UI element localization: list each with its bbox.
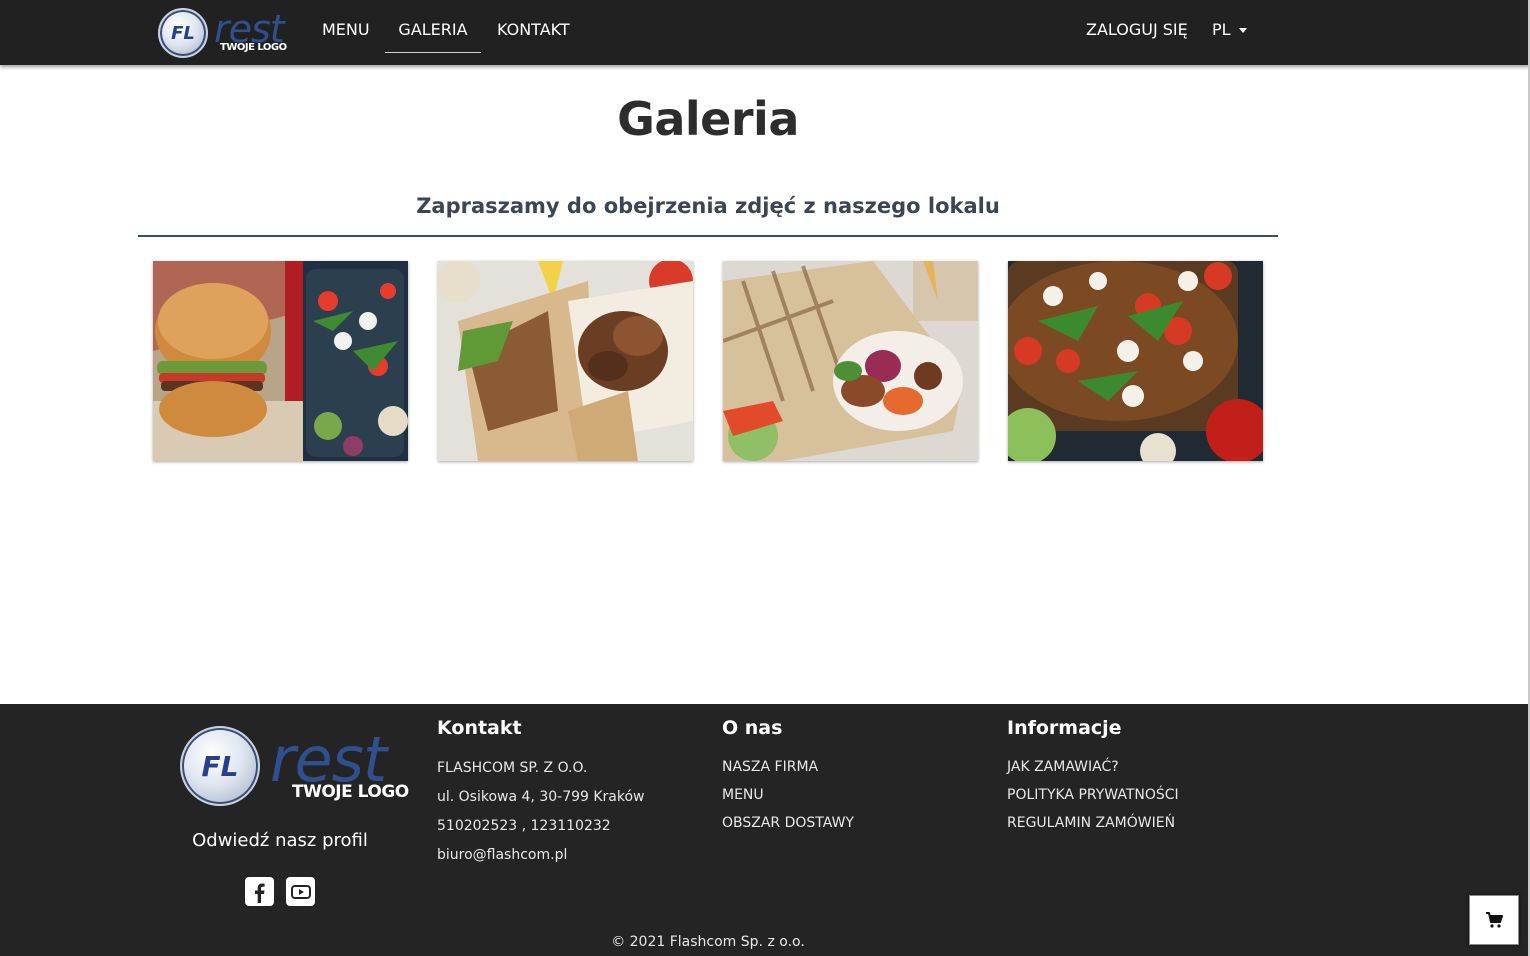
tortilla-wrap-photo (723, 261, 978, 461)
gallery-image-chicken-wrap[interactable] (438, 261, 693, 461)
footer-heading-informacje: Informacje (1007, 717, 1122, 739)
cart-button[interactable] (1469, 895, 1519, 945)
footer-heading-o-nas: O nas (722, 717, 783, 739)
footer-heading-kontakt: Kontakt (437, 717, 522, 739)
gallery-image-burger-salad[interactable] (153, 261, 408, 461)
nav-galeria-link[interactable]: GALERIA (385, 20, 481, 39)
title-divider (138, 235, 1278, 237)
profile-label: Odwiedź nasz profil (192, 830, 368, 851)
top-navbar: FL rest TWOJE LOGO MENU GALERIA KONTAKT … (0, 0, 1530, 65)
cart-icon (1486, 912, 1503, 928)
youtube-icon[interactable] (286, 877, 315, 906)
footer-logo[interactable]: FL rest TWOJE LOGO (180, 726, 409, 806)
login-link[interactable]: ZALOGUJ SIĘ (1086, 20, 1188, 39)
language-dropdown[interactable]: PL (1212, 20, 1247, 39)
logo-tagline: TWOJE LOGO (220, 42, 287, 53)
page-title: Galeria (617, 92, 799, 146)
contact-address: ul. Osikowa 4, 30-799 Kraków (437, 789, 645, 805)
logo-emblem: FL (158, 8, 208, 58)
burger-and-salad-photo (153, 261, 408, 461)
gallery-image-tortilla-wrap[interactable] (723, 261, 978, 461)
copyright-text: © 2021 Flashcom Sp. z o.o. (611, 934, 805, 950)
footer-link-jak-zamawiac[interactable]: JAK ZAMAWIAĆ? (1007, 759, 1119, 775)
nav-active-indicator (385, 52, 481, 53)
footer-link-regulamin-zamowien[interactable]: REGULAMIN ZAMÓWIEŃ (1007, 815, 1175, 831)
footer-link-menu[interactable]: MENU (722, 787, 764, 803)
footer-logo-emblem: FL (180, 726, 260, 806)
caret-down-icon (1238, 28, 1247, 33)
contact-email[interactable]: biuro@flashcom.pl (437, 847, 567, 863)
nav-menu-link[interactable]: MENU (322, 20, 370, 39)
footer-logo-tagline: TWOJE LOGO (292, 782, 409, 802)
footer-link-obszar-dostawy[interactable]: OBSZAR DOSTAWY (722, 815, 854, 831)
logo-initials: FL (171, 22, 195, 44)
page-subtitle: Zapraszamy do obejrzenia zdjęć z naszego… (416, 194, 1000, 218)
language-label: PL (1212, 20, 1231, 39)
nav-kontakt-link[interactable]: KONTAKT (497, 20, 570, 39)
footer-link-polityka-prywatnosci[interactable]: POLITYKA PRYWATNOŚCI (1007, 787, 1179, 803)
grilled-chicken-wrap-photo (438, 261, 693, 461)
footer-logo-initials: FL (201, 749, 239, 783)
facebook-icon[interactable] (245, 877, 274, 906)
salad-bowl-photo (1008, 261, 1263, 461)
footer-link-nasza-firma[interactable]: NASZA FIRMA (722, 759, 818, 775)
brand-logo[interactable]: FL rest TWOJE LOGO (158, 8, 287, 58)
contact-company: FLASHCOM SP. Z O.O. (437, 760, 588, 776)
contact-phones[interactable]: 510202523 , 123110232 (437, 818, 611, 834)
gallery-image-salad-bowl[interactable] (1008, 261, 1263, 461)
